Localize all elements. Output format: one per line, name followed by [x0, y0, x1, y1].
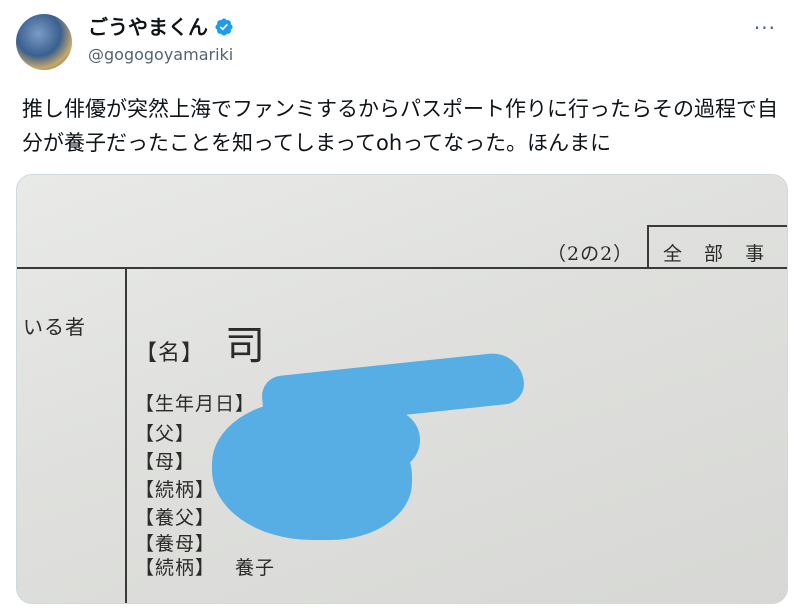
tweet-text: 推し俳優が突然上海でファンミするからパスポート作りに行ったらその過程で自分が養子… [22, 97, 778, 155]
mother-label: 【母】 [135, 451, 196, 473]
relation-value-2: 養子 [235, 557, 276, 579]
doc-header-box-top [647, 225, 787, 227]
doc-header-box-left [647, 225, 649, 269]
display-name-text[interactable]: ごうやまくん [88, 14, 208, 40]
left-column-text: いる者 [23, 315, 86, 339]
display-name[interactable]: ごうやまくん [88, 14, 234, 40]
name-label: 【名】 [135, 341, 205, 366]
doc-top-rule [17, 267, 787, 269]
adoptive-mother-label: 【養母】 [135, 533, 216, 555]
avatar[interactable] [16, 14, 72, 70]
father-label: 【父】 [135, 423, 196, 445]
verified-badge-icon [215, 18, 233, 36]
adoptive-father-label: 【養父】 [135, 507, 216, 529]
name-value: 司 [225, 323, 266, 369]
doc-left-column-rule [125, 267, 127, 603]
user-handle[interactable]: @gogogoyamariki [88, 44, 233, 66]
redaction-scribble [300, 410, 420, 470]
relation-label-1: 【続柄】 [135, 479, 216, 501]
relation-label-2: 【続柄】 [135, 557, 216, 579]
page-marker: （2の2） [547, 243, 634, 265]
header-label: 全 部 事 [663, 243, 773, 265]
more-options-button[interactable]: ··· [754, 16, 776, 40]
birthdate-label: 【生年月日】 [135, 393, 256, 415]
